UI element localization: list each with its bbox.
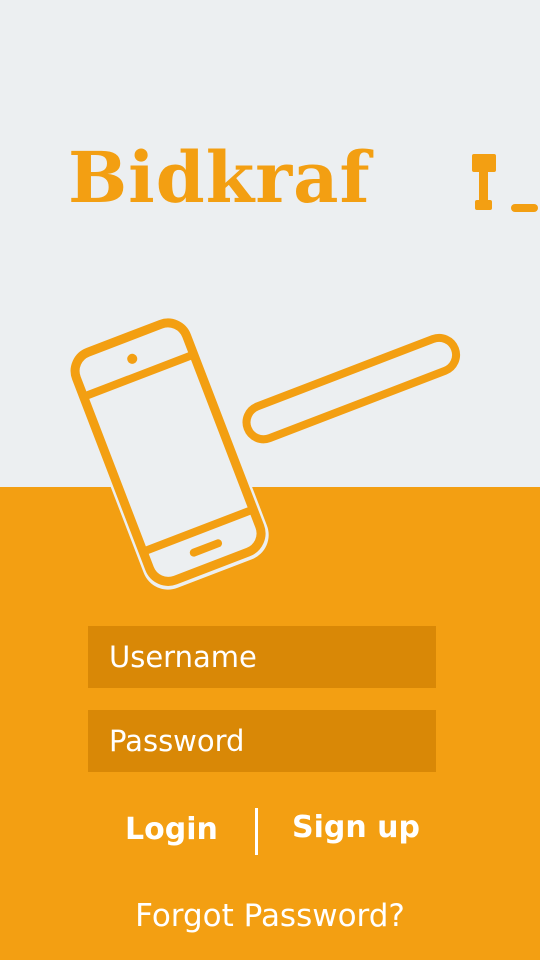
action-divider	[255, 808, 258, 855]
brand-name: Bidkraf	[68, 136, 371, 219]
gavel-icon	[472, 154, 538, 212]
forgot-password-link[interactable]: Forgot Password?	[0, 898, 540, 934]
password-field[interactable]	[88, 710, 436, 772]
phone-gavel-icon	[67, 314, 461, 590]
signup-button[interactable]: Sign up	[292, 810, 420, 845]
username-input[interactable]	[109, 640, 436, 674]
password-input[interactable]	[109, 724, 436, 758]
brand-logo: Bidkraf	[68, 130, 538, 220]
login-button[interactable]: Login	[125, 812, 218, 847]
username-field[interactable]	[88, 626, 436, 688]
